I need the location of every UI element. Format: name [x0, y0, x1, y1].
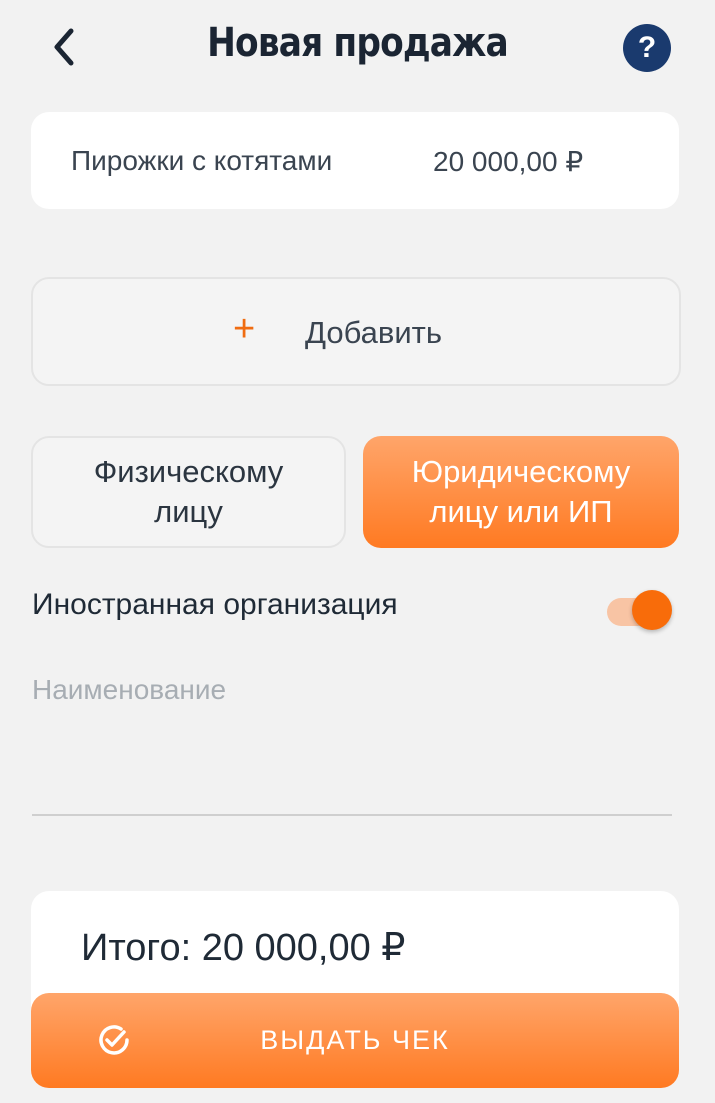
tab-legal-entity-label: Юридическому лицу или ИП — [412, 452, 630, 532]
sale-item-card[interactable]: Пирожки с котятами 20 000,00 ₽ — [31, 112, 679, 209]
total-amount: Итого: 20 000,00 ₽ — [81, 927, 406, 969]
tab-legal-line2: лицу или ИП — [429, 494, 613, 529]
tab-legal-line1: Юридическому — [411, 454, 631, 489]
add-item-label: Добавить — [305, 315, 443, 350]
tab-individual-line2: лицу — [154, 494, 223, 529]
item-price: 20 000,00 ₽ — [433, 146, 584, 177]
tab-individual[interactable]: Физическому лицу — [31, 436, 346, 548]
add-item-button[interactable]: + Добавить — [31, 277, 681, 386]
help-button[interactable]: ? — [623, 24, 671, 72]
issue-receipt-button[interactable]: ВЫДАТЬ ЧЕК — [31, 993, 679, 1088]
plus-icon: + — [233, 308, 256, 350]
page-title: Новая продажа — [207, 20, 509, 66]
tab-legal-entity[interactable]: Юридическому лицу или ИП — [363, 436, 679, 548]
foreign-organization-toggle[interactable] — [605, 590, 672, 630]
foreign-organization-label: Иностранная организация — [32, 588, 398, 621]
toggle-thumb — [632, 590, 672, 630]
tab-individual-label: Физическому лицу — [94, 452, 284, 532]
help-icon: ? — [637, 31, 657, 64]
header: Новая продажа ? — [0, 0, 715, 100]
item-name: Пирожки с котятами — [71, 145, 333, 176]
tab-individual-line1: Физическому — [93, 454, 284, 489]
issue-receipt-label: ВЫДАТЬ ЧЕК — [260, 1025, 450, 1055]
name-input[interactable] — [32, 668, 672, 816]
